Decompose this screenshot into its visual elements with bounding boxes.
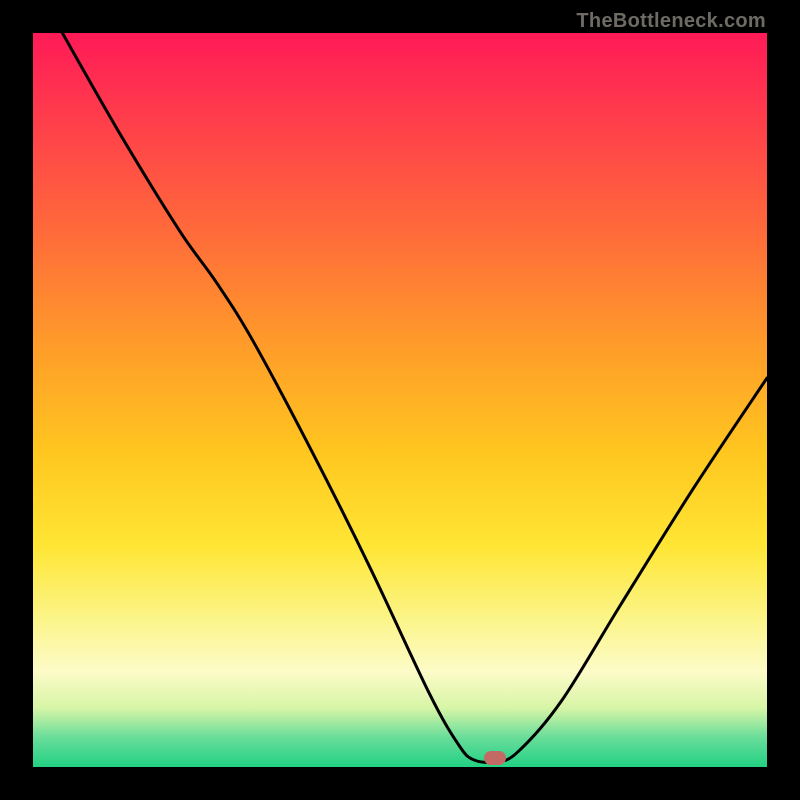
watermark-label: TheBottleneck.com bbox=[576, 10, 766, 33]
optimal-marker bbox=[484, 751, 506, 765]
chart-frame: TheBottleneck.com bbox=[0, 0, 800, 800]
bottleneck-curve bbox=[33, 33, 767, 767]
plot-area bbox=[33, 33, 767, 767]
